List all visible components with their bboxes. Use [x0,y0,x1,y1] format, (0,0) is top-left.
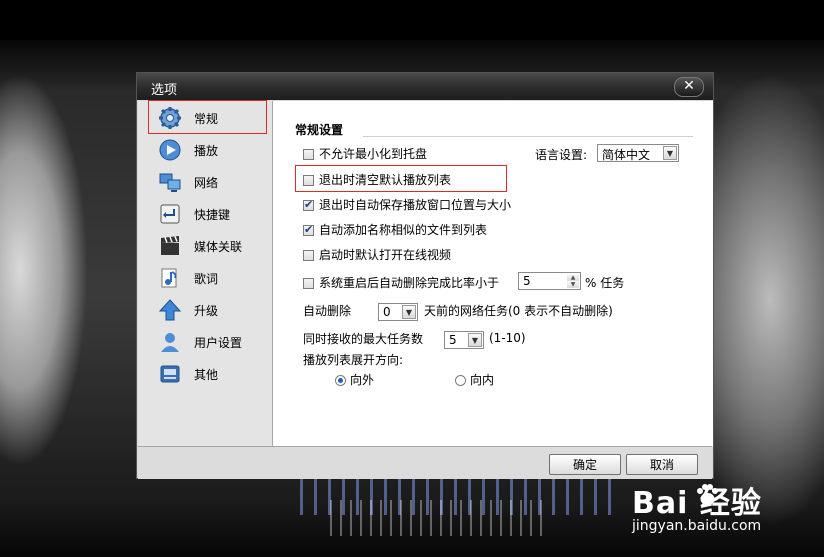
radio-unselected[interactable] [455,375,466,386]
chevron-down-icon[interactable]: ▼ [663,146,677,160]
option-auto-delete-incomplete[interactable]: 系统重启后自动删除完成比率小于 [303,274,499,291]
checkbox-checked[interactable] [303,223,314,236]
sidebar-item-upgrade[interactable]: 升级 [138,295,272,325]
auto-delete-percent-stepper[interactable]: 5 ▲ ▼ [518,272,581,290]
days-select-value: 0 [383,305,391,319]
option-label: 系统重启后自动删除完成比率小于 [319,276,500,290]
dialog-title: 选项 [151,83,178,98]
option-clear-playlist-on-exit[interactable]: 退出时清空默认播放列表 [303,171,451,188]
stepper-down-icon[interactable]: ▼ [567,281,579,288]
radio-expand-inward[interactable]: 向内 [455,371,494,388]
checkbox[interactable] [303,278,314,289]
language-label: 语言设置: [535,148,588,162]
checkbox[interactable] [303,149,314,160]
sidebar-item-label: 快捷键 [194,208,231,222]
dialog-footer: 确定 取消 [138,446,712,479]
radio-label: 向外 [350,373,375,387]
ok-button[interactable]: 确定 [549,454,621,475]
sidebar-item-label: 播放 [194,144,219,158]
close-button[interactable]: ✕ [674,77,704,97]
background-stage-lights-lower [330,500,550,536]
section-title: 常规设置 [295,123,344,137]
option-auto-add-similar-files[interactable]: 自动添加名称相似的文件到列表 [303,221,487,238]
chevron-down-icon[interactable]: ▼ [468,333,482,347]
checkbox-checked[interactable] [303,198,314,211]
sidebar-item-media-association[interactable]: 媒体关联 [138,231,272,261]
auto-delete-days-suffix: 天前的网络任务(0 表示不自动删除) [424,304,613,318]
checkbox[interactable] [303,250,314,261]
stepper-up-icon[interactable]: ▲ [567,274,579,281]
watermark-url: jingyan.baidu.com [632,518,762,534]
sidebar-item-general[interactable]: 常规 [138,100,272,134]
auto-delete-days-label: 自动删除 [303,304,352,318]
sidebar-item-play[interactable]: 播放 [138,135,272,165]
sidebar-item-label: 歌词 [194,272,219,286]
stepper-value: 5 [523,274,531,288]
max-tasks-value: 5 [449,333,457,347]
option-open-online-video[interactable]: 启动时默认打开在线视频 [303,246,451,263]
close-icon: ✕ [683,78,695,94]
sidebar-item-hotkeys[interactable]: 快捷键 [138,199,272,229]
gear-icon [159,107,181,129]
auto-delete-days-select[interactable]: 0 ▼ [378,303,418,321]
options-dialog: 选项 ✕ 常规 播放 网络 快捷键 媒体关联 歌词 升级 用户设置 其他 常规设… [136,72,714,479]
sidebar-item-network[interactable]: 网络 [138,167,272,197]
general-settings-panel: 常规设置 不允许最小化到托盘 语言设置: 简体中文 ▼ 退出时清空默认播放列表 … [273,101,713,446]
sidebar-item-label: 升级 [194,304,219,318]
option-label: 退出时清空默认播放列表 [319,173,452,187]
language-select-value: 简体中文 [602,148,651,162]
sidebar-item-other[interactable]: 其他 [138,359,272,389]
option-no-minimize-tray[interactable]: 不允许最小化到托盘 [303,145,427,162]
sidebar-item-label: 用户设置 [194,336,243,350]
option-save-window-position[interactable]: 退出时自动保存播放窗口位置与大小 [303,196,511,213]
stepper-buttons[interactable]: ▲ ▼ [567,274,579,288]
baidu-jingyan-watermark: Bai 经验 jingyan.baidu.com [632,478,824,548]
option-label: 启动时默认打开在线视频 [319,248,452,262]
radio-label: 向内 [470,373,495,387]
language-select[interactable]: 简体中文 ▼ [597,144,679,162]
playlist-expand-label: 播放列表展开方向: [303,353,404,367]
sidebar-item-user-settings[interactable]: 用户设置 [138,327,272,357]
film-clapper-icon [161,236,179,255]
max-tasks-label: 同时接收的最大任务数 [303,332,424,346]
sidebar-item-lyrics[interactable]: 歌词 [138,263,272,293]
option-label: 自动添加名称相似的文件到列表 [319,223,488,237]
radio-expand-outward[interactable]: 向外 [335,371,374,388]
radio-selected[interactable] [335,375,346,386]
checkbox[interactable] [303,175,314,186]
sidebar-item-label: 网络 [194,176,219,190]
auto-delete-suffix: % 任务 [585,276,625,290]
paw-icon [697,484,718,505]
other-icon [160,365,180,383]
sidebar-item-label: 常规 [194,112,219,126]
enter-key-icon [160,204,180,224]
sidebar-item-label: 媒体关联 [194,240,243,254]
cancel-button[interactable]: 取消 [626,454,698,475]
user-icon [161,333,179,352]
upgrade-arrow-icon [158,299,182,321]
max-tasks-select[interactable]: 5 ▼ [444,331,484,349]
max-tasks-range: (1-10) [489,331,526,345]
section-divider [363,136,693,137]
chevron-down-icon[interactable]: ▼ [402,305,416,319]
options-sidebar: 常规 播放 网络 快捷键 媒体关联 歌词 升级 用户设置 其他 [138,100,273,446]
sidebar-item-label: 其他 [194,368,219,382]
dialog-titlebar[interactable]: 选项 ✕ [137,73,713,100]
lyrics-note-icon [161,268,177,288]
option-label: 退出时自动保存播放窗口位置与大小 [319,198,512,212]
option-label: 不允许最小化到托盘 [319,147,428,161]
network-icon [159,173,181,192]
play-icon [159,139,181,161]
